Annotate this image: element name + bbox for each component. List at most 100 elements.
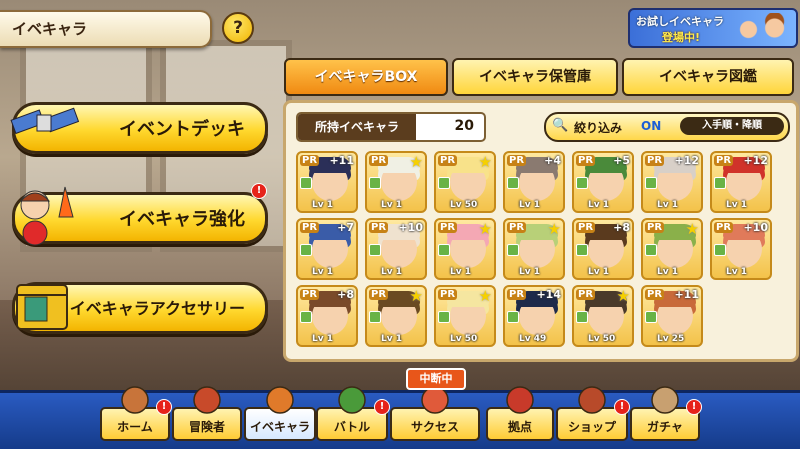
promo-line1: お試しイベキャラ [636,15,724,28]
type-icon [507,244,519,256]
rarity-icon: PR [438,289,458,300]
nav-item-icon [266,386,294,414]
chara-level: Lv 50 [588,334,616,344]
trial-promo-banner[interactable]: お試しイベキャラ 登場中! [628,8,798,48]
event-chara-accessory-button[interactable]: イベキャラアクセサリー [12,282,268,334]
chara-card[interactable]: PR ★ Lv 1 [365,285,427,347]
filter-sort-button[interactable]: 🔍 絞り込み ON 入手順・降順 [544,112,790,142]
chara-level: Lv 1 [381,267,402,277]
nav-item-label: イベキャラ [249,420,310,434]
nav-item[interactable]: ガチャ! [630,386,702,441]
owned-count-box: 所持イベキャラ 20 [296,112,486,142]
chara-badge: +5 [613,154,630,167]
nav-item[interactable]: サクセス [390,386,480,441]
chara-card[interactable]: PR +5 Lv 1 [572,151,634,213]
chara-card[interactable]: PR ★ Lv 1 [503,218,565,280]
chara-card[interactable]: PR ★ Lv 50 [434,151,496,213]
chara-card[interactable]: PR +10 Lv 1 [365,218,427,280]
event-chara-enhance-button[interactable]: イベキャラ強化 ! [12,183,268,246]
type-icon [507,177,519,189]
chara-card[interactable]: PR ★ Lv 50 [572,285,634,347]
chara-card[interactable]: PR +8 Lv 1 [572,218,634,280]
chara-card[interactable]: PR +7 Lv 1 [296,218,358,280]
rarity-icon: PR [369,222,389,233]
owned-count-label: 所持イベキャラ [298,114,416,140]
suspended-indicator: 中断中 [406,368,466,390]
chara-card[interactable]: PR +8 Lv 1 [296,285,358,347]
hero-character-icon [19,186,74,246]
rarity-icon: PR [576,155,596,166]
rarity-icon: PR [300,155,320,166]
help-button[interactable]: ? [222,12,254,44]
rarity-icon: PR [507,155,527,166]
nav-item-label: 冒険者 [188,420,225,434]
chara-level: Lv 1 [657,200,678,210]
chara-level: Lv 1 [657,267,678,277]
chara-level: Lv 50 [450,200,478,210]
nav-item[interactable]: ショップ! [556,386,630,441]
notification-badge: ! [686,399,702,415]
chara-level: Lv 50 [450,334,478,344]
chara-card[interactable]: PR ★ Lv 1 [434,218,496,280]
chara-card[interactable]: PR ★ Lv 1 [365,151,427,213]
type-icon [576,311,588,323]
chara-badge: ★ [409,287,423,305]
chara-badge: ★ [547,220,561,238]
rarity-icon: PR [714,155,734,166]
chara-card[interactable]: PR +12 Lv 1 [641,151,703,213]
chara-badge: +11 [329,154,354,167]
chara-level: Lv 1 [381,200,402,210]
nav-item[interactable]: ホーム! [100,386,172,441]
nav-item-label: サクセス [410,420,459,434]
rarity-icon: PR [369,155,389,166]
chara-badge: +7 [337,221,354,234]
nav-item-label: ショップ [567,420,616,434]
tab-event-chara-encyclopedia[interactable]: イベキャラ図鑑 [622,58,794,96]
tab-event-chara-storage[interactable]: イベキャラ保管庫 [452,58,618,96]
chara-card[interactable]: PR ★ Lv 1 [641,218,703,280]
type-icon [507,311,519,323]
chara-badge: ★ [478,287,492,305]
chara-card[interactable]: PR +4 Lv 1 [503,151,565,213]
type-icon [369,177,381,189]
chara-card[interactable]: PR +11 Lv 25 [641,285,703,347]
type-icon [438,177,450,189]
notification-badge: ! [156,399,172,415]
chara-badge: +10 [398,221,423,234]
type-icon [369,244,381,256]
screen-title-scroll: イベキャラ [0,10,212,48]
chara-badge: +10 [743,221,768,234]
rarity-icon: PR [714,222,734,233]
nav-item-label: 拠点 [507,420,532,434]
event-chara-accessory-label: イベキャラアクセサリー [69,299,245,318]
chara-card[interactable]: PR +14 Lv 49 [503,285,565,347]
chara-card[interactable]: PR +10 Lv 1 [710,218,772,280]
nav-item[interactable]: 拠点 [486,386,554,441]
nav-item[interactable]: 冒険者 [172,386,242,441]
filter-state: ON [641,119,662,133]
nav-item-label: バトル [333,420,371,434]
chara-badge: +8 [337,288,354,301]
event-deck-button[interactable]: イベントデッキ [10,102,268,154]
nav-item[interactable]: イベキャラ [244,386,316,441]
chara-level: Lv 1 [381,334,402,344]
chara-card[interactable]: PR +12 Lv 1 [710,151,772,213]
nav-item-label: ガチャ [647,420,683,434]
rarity-icon: PR [507,289,527,300]
nav-item-icon [506,386,534,414]
chara-badge: +11 [674,288,699,301]
nav-item[interactable]: バトル! [316,386,390,441]
rarity-icon: PR [507,222,527,233]
type-icon [714,177,726,189]
rarity-icon: PR [369,289,389,300]
event-chara-enhance-label: イベキャラ強化 [119,209,245,230]
chara-card[interactable]: PR +11 Lv 1 [296,151,358,213]
rarity-icon: PR [645,155,665,166]
chara-card[interactable]: PR ★ Lv 50 [434,285,496,347]
nav-item-icon [121,386,149,414]
chara-box-panel: 所持イベキャラ 20 🔍 絞り込み ON 入手順・降順 PR +11 Lv 1 PR ★… [283,100,799,362]
tab-event-chara-box[interactable]: イベキャラBOX [284,58,448,96]
owned-count-value: 20 [454,118,474,134]
type-icon [300,311,312,323]
type-icon [438,311,450,323]
